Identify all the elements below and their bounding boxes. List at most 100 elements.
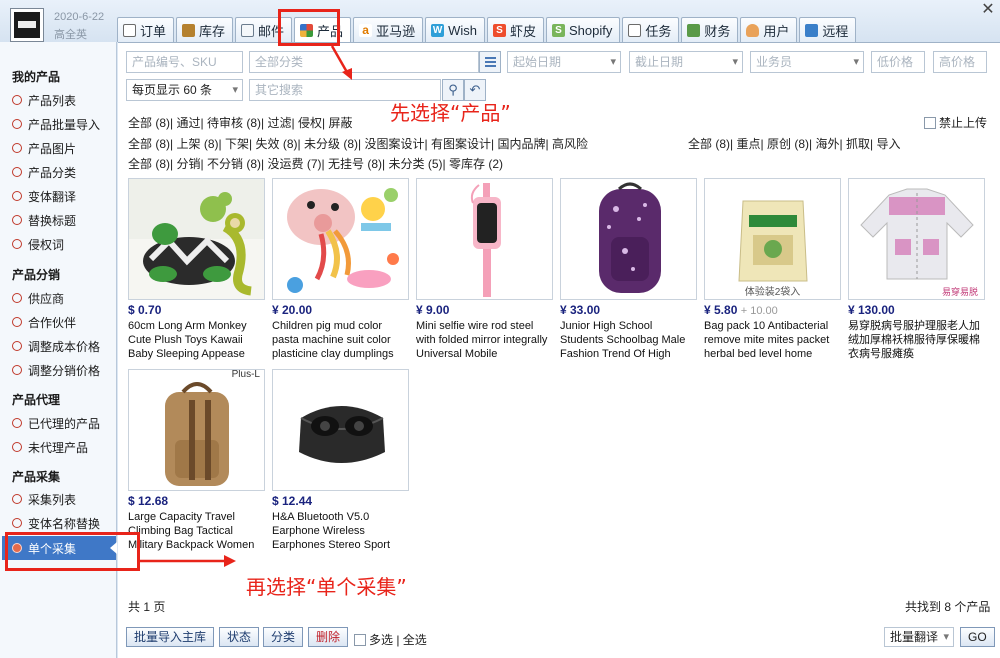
high-price-input[interactable]: 高价格 [933,51,987,73]
tab-tasks[interactable]: 任务 [622,17,680,42]
product-card[interactable]: ¥ 9.00 Mini selfie wire rod steel with f… [416,178,553,361]
category-list-button[interactable] [479,51,501,73]
start-date-select[interactable]: 起始日期 [507,51,621,73]
sidebar-item-batch-import[interactable]: 产品批量导入 [12,115,116,133]
filter-zero-stock[interactable]: 零库存 [449,157,485,171]
product-image[interactable]: 易穿易脱 [848,178,985,300]
tab-inventory[interactable]: 库存 [176,17,234,42]
tab-users[interactable]: 用户 [740,17,798,42]
tab-orders[interactable]: 订单 [117,17,175,42]
product-image[interactable]: Plus-L [128,369,265,491]
go-button[interactable]: GO [960,627,995,647]
filter-no-design[interactable]: 没图案设计 [364,137,424,151]
sidebar-item-collection-list[interactable]: 采集列表 [12,490,116,508]
product-title[interactable]: 易穿脱病号服护理服老人加绒加厚棉袄棉服待厚保暖棉衣病号服瘫痪 [848,319,985,361]
status-button[interactable]: 状态 [219,627,260,647]
product-title[interactable]: Bag pack 10 Antibacterial remove mite mi… [704,319,841,361]
tab-amazon[interactable]: a 亚马逊 [353,17,424,42]
multi-select-toggle[interactable]: 多选 | 全选 [354,631,427,648]
product-card[interactable]: Plus-L $ 12.68 Large Capacity Travel Cli… [128,369,265,552]
sidebar-item-product-images[interactable]: 产品图片 [12,139,116,157]
filter-all-status[interactable]: 全部 [128,137,152,151]
filter-no-registered[interactable]: 无挂号 [328,157,364,171]
product-title[interactable]: 60cm Long Arm Monkey Cute Plush Toys Kaw… [128,319,265,361]
sidebar-item-infringing-words[interactable]: 侵权词 [12,235,116,253]
product-title[interactable]: Children pig mud color pasta machine sui… [272,319,409,361]
product-image[interactable]: 体验装2袋入 [704,178,841,300]
filter-scraped[interactable]: 抓取 [846,137,870,151]
delete-button[interactable]: 删除 [308,627,349,647]
filter-ungraded[interactable]: 未分级 [304,137,340,151]
tab-finance[interactable]: 财务 [681,17,739,42]
product-title[interactable]: H&A Bluetooth V5.0 Earphone Wireless Ear… [272,510,409,552]
product-card[interactable]: ¥ 33.00 Junior High School Students Scho… [560,178,697,361]
product-card[interactable]: 易穿易脱 ¥ 130.00 易穿脱病号服护理服老人加绒加厚棉袄棉服待厚保暖棉衣病… [848,178,985,361]
sidebar-item-variant-rename[interactable]: 变体名称替换 [12,514,116,532]
filter-filtered[interactable]: 过滤 [267,116,291,130]
sidebar-item-partners[interactable]: 合作伙伴 [12,313,116,331]
sidebar-item-variant-translate[interactable]: 变体翻译 [12,187,116,205]
sidebar-item-suppliers[interactable]: 供应商 [12,289,116,307]
filter-listed[interactable]: 上架 [177,137,201,151]
product-image[interactable] [416,178,553,300]
sidebar-item-adjust-cost[interactable]: 调整成本价格 [12,337,116,355]
filter-pending[interactable]: 待审核 [207,116,243,130]
filter-key[interactable]: 重点 [737,137,761,151]
select-all-link[interactable]: | 全选 [396,633,426,647]
tab-remote[interactable]: 远程 [799,17,857,42]
sidebar-item-unagented-products[interactable]: 未代理产品 [12,438,116,456]
sidebar-item-agented-products[interactable]: 已代理的产品 [12,414,116,432]
filter-invalid[interactable]: 失效 [255,137,279,151]
end-date-select[interactable]: 截止日期 [629,51,743,73]
tab-shopee[interactable]: S 虾皮 [486,17,544,42]
disable-upload-checkbox[interactable] [924,117,936,129]
sidebar-item-adjust-distribution[interactable]: 调整分销价格 [12,361,116,379]
filter-imported[interactable]: 导入 [876,137,900,151]
avatar[interactable] [10,8,44,42]
sku-input[interactable]: 产品编号、SKU [126,51,243,73]
filter-uncategorized[interactable]: 未分类 [388,157,424,171]
category-button[interactable]: 分类 [263,627,304,647]
filter-overseas[interactable]: 海外 [815,137,839,151]
low-price-input[interactable]: 低价格 [871,51,925,73]
filter-all-source[interactable]: 全部 [688,137,712,151]
close-icon[interactable]: ✕ [980,2,996,18]
tab-shopify[interactable]: S Shopify [545,17,621,42]
filter-all[interactable]: 全部 [128,116,152,130]
category-input[interactable]: 全部分类 [249,51,479,73]
product-price: ¥ 130.00 [848,303,895,317]
product-title[interactable]: Large Capacity Travel Climbing Bag Tacti… [128,510,265,552]
product-title[interactable]: Junior High School Students Schoolbag Ma… [560,319,697,361]
filter-original[interactable]: 原创 [767,137,791,151]
filter-no-shipping[interactable]: 没运费 [267,157,303,171]
sidebar-item-product-list[interactable]: 产品列表 [12,91,116,109]
filter-delisted[interactable]: 下架 [225,137,249,151]
filter-distribute[interactable]: 分销 [177,157,201,171]
product-title[interactable]: Mini selfie wire rod steel with folded m… [416,319,553,361]
product-card[interactable]: 体验装2袋入 ¥ 5.80 + 10.00 Bag pack 10 Antiba… [704,178,841,361]
tab-wish[interactable]: W Wish [425,17,485,42]
filter-has-design[interactable]: 有图案设计 [431,137,491,151]
salesman-select[interactable]: 业务员 [750,51,864,73]
sidebar-item-replace-title[interactable]: 替换标题 [12,211,116,229]
sidebar-item-product-category[interactable]: 产品分类 [12,163,116,181]
product-card[interactable]: ¥ 20.00 Children pig mud color pasta mac… [272,178,409,361]
filter-blocked[interactable]: 屏蔽 [328,116,352,130]
product-image[interactable] [560,178,697,300]
multi-select-checkbox[interactable] [354,634,366,646]
filter-infringing[interactable]: 侵权 [298,116,322,130]
filter-not-distribute[interactable]: 不分销 [207,157,243,171]
disable-upload-toggle[interactable]: 禁止上传 [924,115,987,131]
batch-import-button[interactable]: 批量导入主库 [126,627,215,647]
product-image[interactable] [128,178,265,300]
product-image[interactable] [272,178,409,300]
product-image[interactable] [272,369,409,491]
batch-translate-select[interactable]: 批量翻译 [884,627,954,647]
filter-domestic-brand[interactable]: 国内品牌 [497,137,545,151]
page-size-select[interactable]: 每页显示 60 条 [126,79,243,101]
filter-high-risk[interactable]: 高风险 [552,137,588,151]
product-card[interactable]: $ 0.70 60cm Long Arm Monkey Cute Plush T… [128,178,265,361]
filter-all-dist[interactable]: 全部 [128,157,152,171]
product-card[interactable]: $ 12.44 H&A Bluetooth V5.0 Earphone Wire… [272,369,409,552]
filter-passed[interactable]: 通过 [177,116,201,130]
